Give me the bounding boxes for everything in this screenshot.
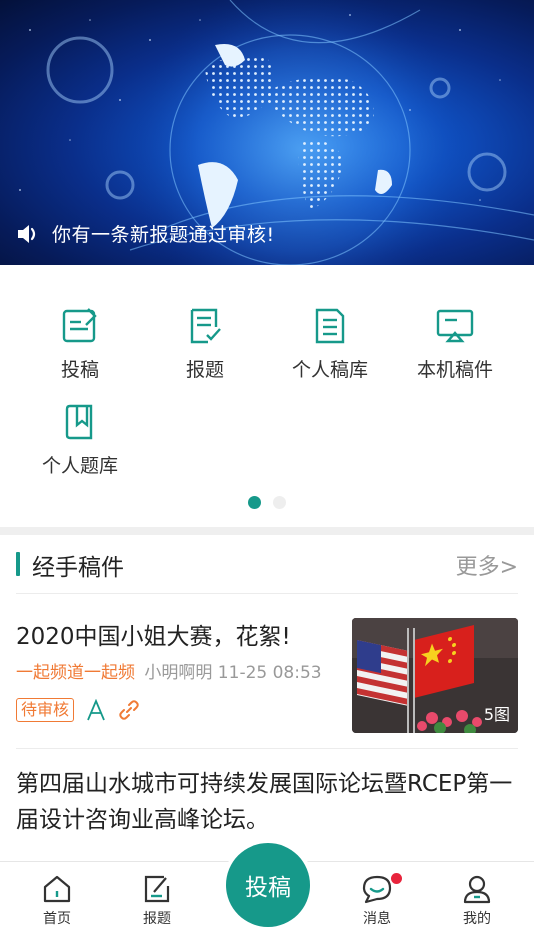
document-list-icon	[315, 308, 345, 344]
notice-text: 你有一条新报题通过审核!	[52, 224, 275, 246]
section-title: 经手稿件	[32, 555, 124, 581]
article-author-time: 小明啊明 11-25 08:53	[144, 663, 322, 683]
menu-item-local-drafts[interactable]: 本机稿件	[395, 307, 515, 382]
submit-fab-button[interactable]: 投稿	[226, 843, 310, 927]
chat-bubble-icon	[362, 875, 392, 904]
section-header: 经手稿件 更多>	[0, 535, 534, 593]
tab-messages[interactable]: 消息	[337, 873, 417, 928]
tab-report[interactable]: 报题	[117, 874, 197, 928]
tab-label-messages: 消息	[363, 911, 391, 927]
link-icon	[119, 700, 139, 720]
page-indicator	[0, 496, 534, 509]
speaker-icon	[18, 224, 36, 243]
tab-home[interactable]: 首页	[17, 874, 97, 928]
checklist-icon	[190, 308, 221, 344]
menu-item-report[interactable]: 报题	[145, 307, 265, 382]
menu-label-local-drafts: 本机稿件	[416, 359, 493, 381]
banner[interactable]: 你有一条新报题通过审核!	[0, 0, 534, 265]
unread-badge	[391, 873, 402, 884]
user-icon	[463, 875, 491, 904]
report-edit-icon	[144, 875, 170, 903]
divider	[16, 593, 518, 594]
tab-mine[interactable]: 我的	[437, 874, 517, 928]
tab-label-report: 报题	[143, 911, 171, 927]
menu-label-personal-library: 个人稿库	[291, 359, 368, 381]
more-link[interactable]: 更多>	[456, 549, 518, 581]
section-accent-bar	[16, 552, 20, 576]
image-count: 5图	[483, 705, 510, 724]
function-menu: 投稿 报题 个人稿库 本机稿件 个人题库	[0, 265, 534, 527]
page-dot[interactable]	[273, 496, 286, 509]
menu-item-personal-library[interactable]: 个人稿库	[270, 307, 390, 382]
menu-item-submit[interactable]: 投稿	[20, 307, 140, 382]
notice-bar[interactable]: 你有一条新报题通过审核!	[16, 220, 275, 247]
bookmark-book-icon	[65, 404, 93, 440]
edit-document-icon	[62, 308, 97, 343]
tab-label-mine: 我的	[463, 911, 491, 927]
home-icon	[43, 875, 71, 903]
article-title[interactable]: 第四届山水城市可持续发展国际论坛暨RCEP第一届设计咨询业高峰论坛。	[16, 766, 516, 838]
menu-label-submit: 投稿	[60, 359, 99, 381]
article-title: 2020中国小姐大赛，花絮!	[16, 624, 291, 650]
article-thumbnail[interactable]: 5图	[352, 618, 518, 733]
divider	[16, 748, 518, 749]
menu-label-report: 报题	[185, 359, 224, 381]
page-dot-active[interactable]	[248, 496, 261, 509]
article-meta: 一起频道一起频 小明啊明 11-25 08:53	[16, 658, 322, 683]
status-badge: 待审核	[16, 698, 75, 722]
menu-item-personal-topics[interactable]: 个人题库	[20, 403, 140, 478]
article-tags: 待审核	[16, 698, 140, 722]
menu-label-personal-topics: 个人题库	[41, 455, 118, 477]
article-channel: 一起频道一起频	[16, 663, 135, 683]
text-type-icon	[87, 699, 105, 721]
tab-label-home: 首页	[43, 911, 71, 927]
monitor-upload-icon	[436, 309, 474, 343]
section-separator	[0, 527, 534, 535]
